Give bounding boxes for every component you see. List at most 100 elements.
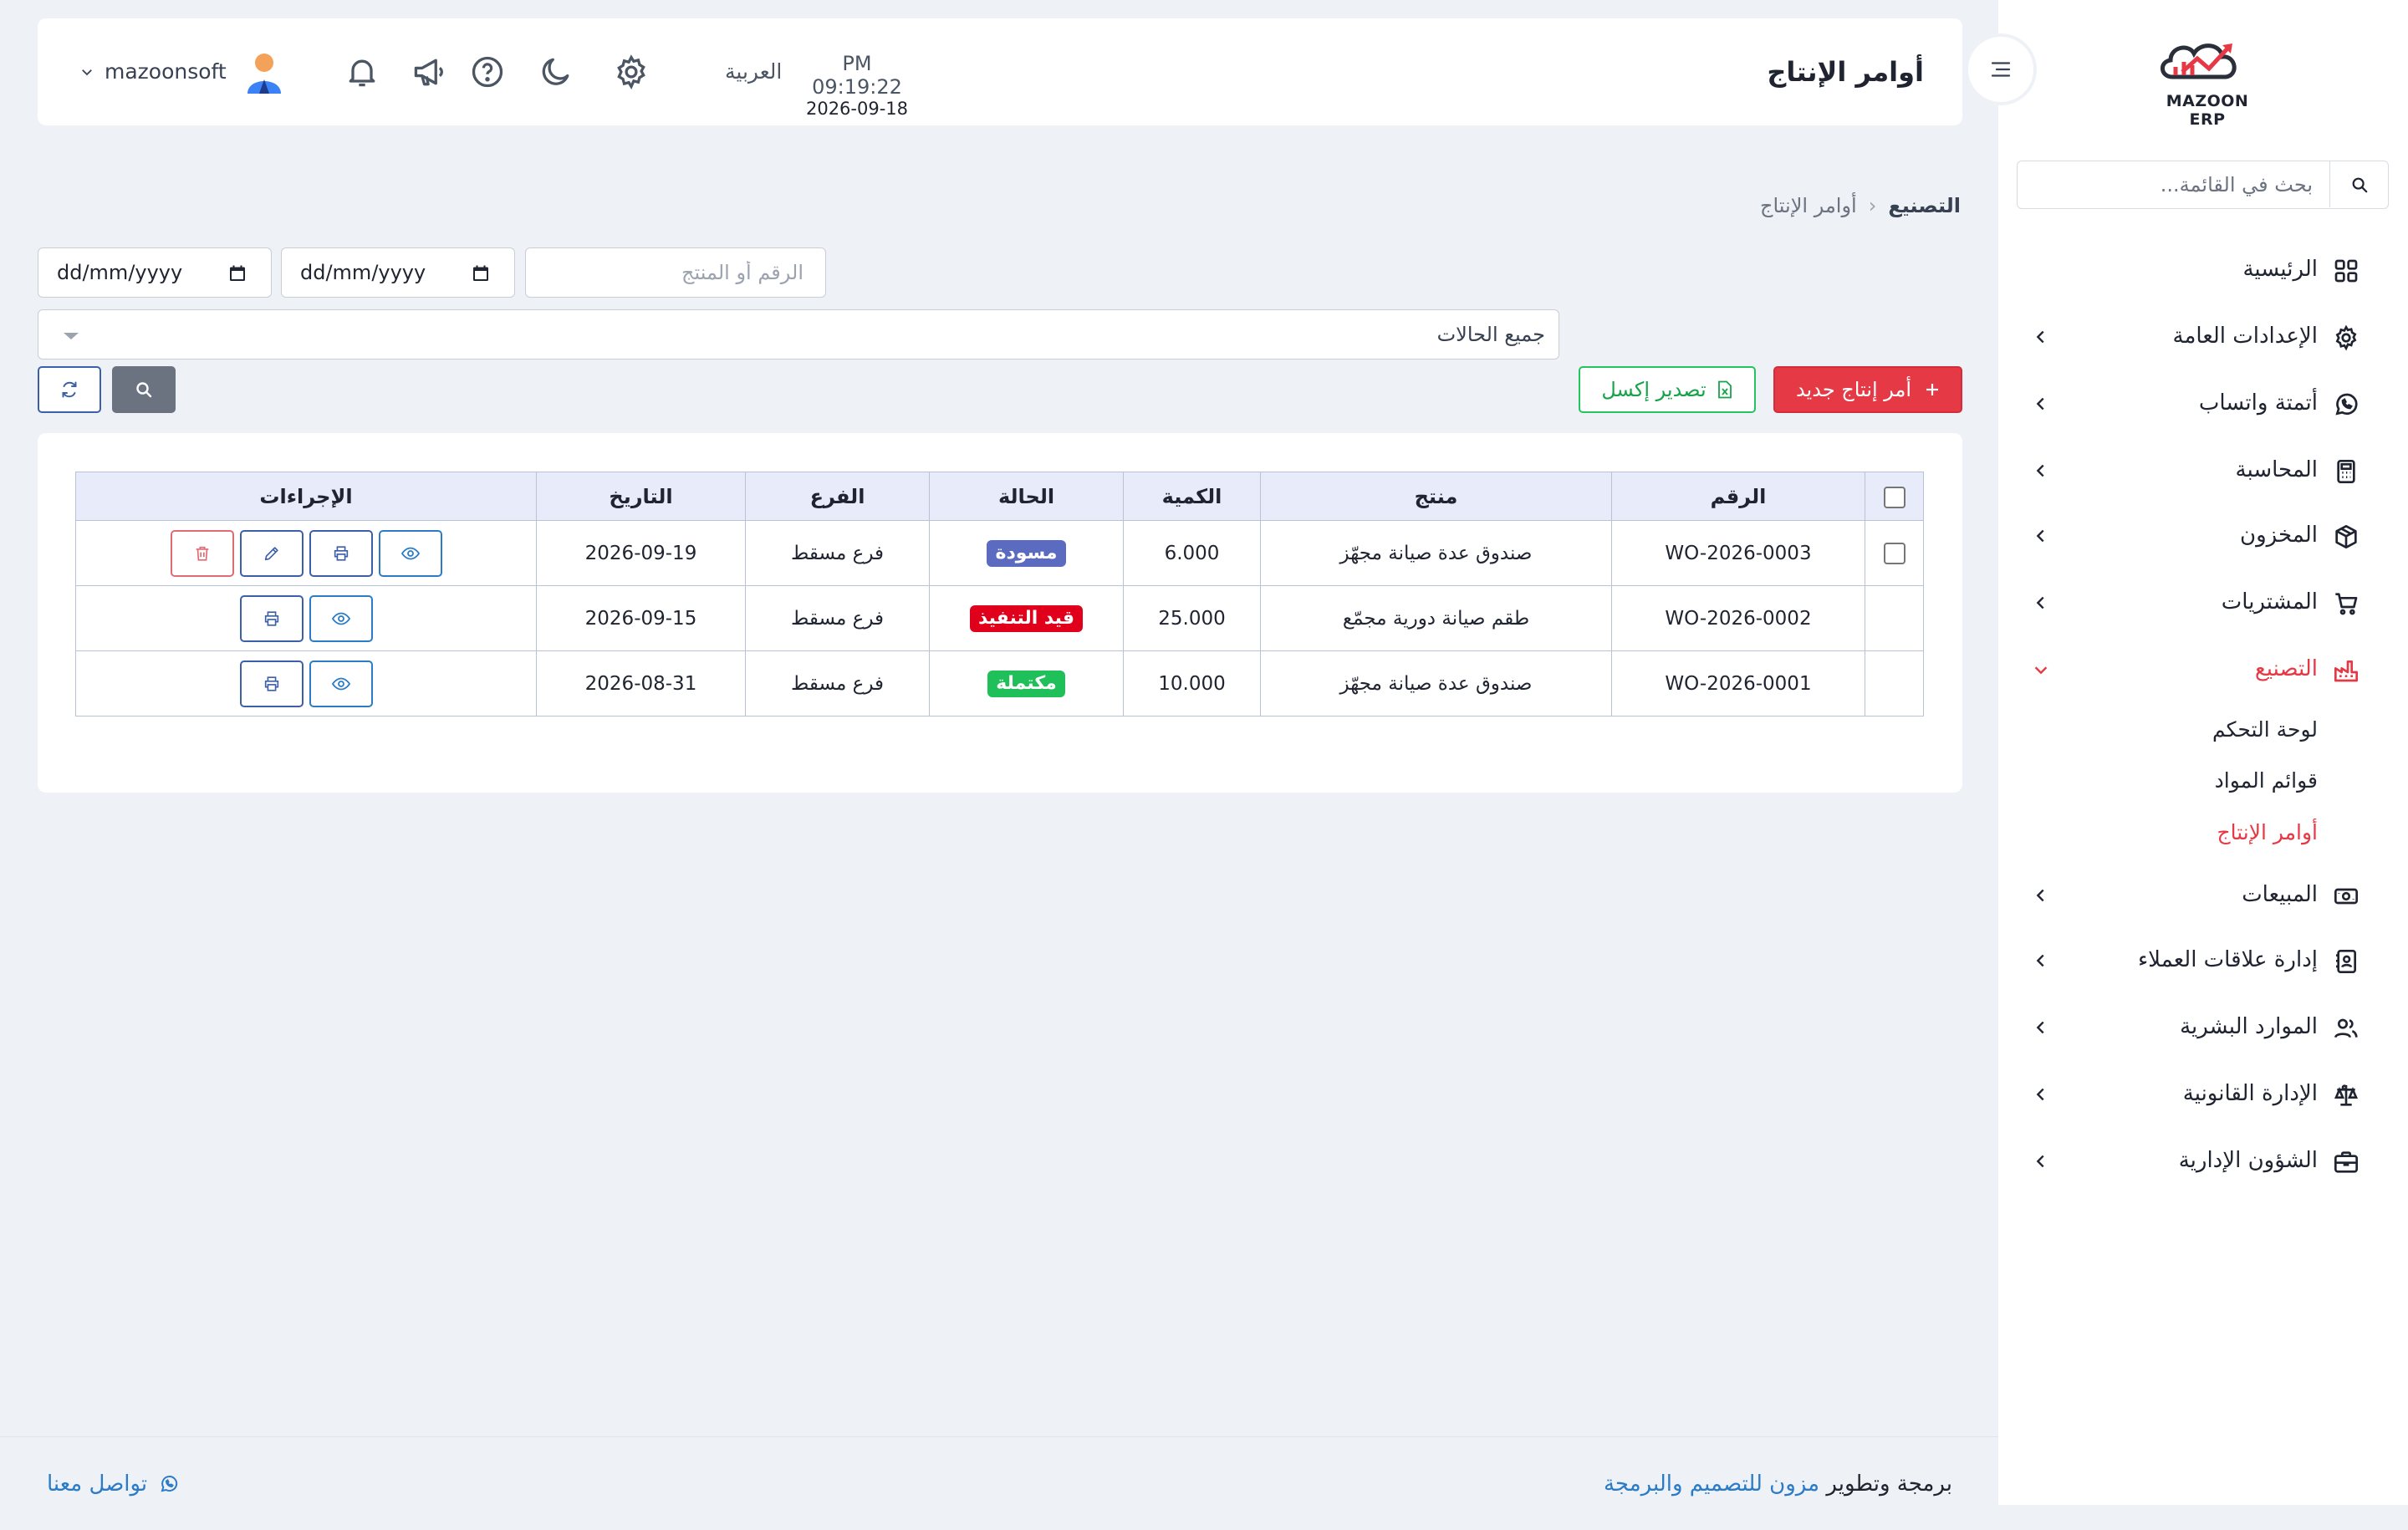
search-button[interactable] bbox=[112, 366, 176, 413]
sidebar-item-purchases[interactable]: المشتريات bbox=[1998, 577, 2408, 627]
sidebar-item-legal[interactable]: الإدارة القانونية bbox=[1998, 1068, 2408, 1119]
sidebar-search-input[interactable] bbox=[2018, 161, 2331, 207]
breadcrumb-separator: ‹ bbox=[1868, 194, 1877, 217]
sidebar-search-button[interactable] bbox=[2329, 161, 2388, 207]
sidebar-subitem-dashboard[interactable]: لوحة التحكم bbox=[2212, 706, 2318, 753]
moon-icon[interactable] bbox=[538, 54, 574, 90]
contact-us-label: تواصل معنا bbox=[47, 1471, 148, 1497]
scale-icon bbox=[2334, 1084, 2359, 1106]
logo-text: MAZOON ERP bbox=[2166, 92, 2249, 129]
sidebar-item-manufacturing[interactable]: التصنيع bbox=[1998, 644, 2408, 694]
edit-button[interactable] bbox=[239, 529, 304, 577]
cell-quantity: 6.000 bbox=[1123, 520, 1261, 586]
sidebar-item-administrative-affairs[interactable]: الشؤون الإدارية bbox=[1998, 1135, 2408, 1186]
user-avatar[interactable] bbox=[245, 52, 283, 94]
calendar-icon[interactable] bbox=[471, 263, 491, 283]
bell-icon[interactable] bbox=[344, 54, 380, 90]
username[interactable]: mazoonsoft bbox=[105, 18, 227, 125]
column-header-date[interactable]: التاريخ bbox=[536, 472, 746, 521]
help-icon[interactable] bbox=[469, 54, 506, 90]
export-excel-button[interactable]: تصدير إكسل bbox=[1579, 366, 1756, 413]
caret-down-icon bbox=[64, 333, 79, 339]
calendar-icon[interactable] bbox=[227, 263, 247, 283]
cell-actions bbox=[75, 520, 537, 586]
column-header-quantity[interactable]: الكمية bbox=[1123, 472, 1261, 521]
date-from-value: dd/mm/yyyy bbox=[300, 261, 426, 284]
export-excel-label: تصدير إكسل bbox=[1601, 378, 1707, 401]
column-header-product[interactable]: منتج bbox=[1260, 472, 1612, 521]
printer-icon bbox=[264, 610, 278, 626]
row-actions bbox=[76, 660, 536, 707]
order-search-input[interactable] bbox=[526, 248, 825, 297]
view-button[interactable] bbox=[309, 594, 373, 642]
footer-credit-link[interactable]: مزون للتصميم والبرمجة bbox=[1604, 1471, 1819, 1497]
breadcrumb-root[interactable]: التصنيع bbox=[1888, 194, 1961, 217]
mazoon-erp-logo[interactable]: MAZOON ERP bbox=[2149, 33, 2266, 129]
sidebar-toggle-button[interactable] bbox=[1965, 33, 2037, 105]
sidebar-subitem-production-orders[interactable]: أوامر الإنتاج bbox=[2217, 809, 2318, 856]
row-select-cell bbox=[1865, 520, 1924, 586]
language-switch[interactable]: العربية bbox=[725, 18, 782, 125]
header-clock: PM 09:19:22 2026-09-18 bbox=[794, 52, 920, 119]
row-select-cell bbox=[1865, 650, 1924, 717]
column-header-branch[interactable]: الفرع bbox=[745, 472, 930, 521]
cell-branch: فرع مسقط bbox=[745, 650, 930, 717]
header-time: PM 09:19:22 bbox=[812, 52, 902, 99]
cell-branch: فرع مسقط bbox=[745, 520, 930, 586]
chevron-left-icon bbox=[2036, 596, 2044, 609]
sidebar-item-label: الإعدادات العامة bbox=[2172, 324, 2318, 349]
print-button[interactable] bbox=[309, 529, 373, 577]
sidebar-item-label: التصنيع bbox=[2254, 656, 2318, 681]
refresh-icon bbox=[62, 381, 77, 398]
sidebar-item-accounting[interactable]: المحاسبة bbox=[1998, 445, 2408, 495]
megaphone-icon[interactable] bbox=[411, 54, 447, 90]
whatsapp-icon bbox=[2335, 393, 2358, 416]
briefcase-icon bbox=[2334, 1151, 2358, 1173]
status-badge-in-progress: قيد التنفيذ bbox=[969, 604, 1084, 632]
sidebar-item-inventory[interactable]: المخزون bbox=[1998, 510, 2408, 560]
sidebar-subitem-bill-of-materials[interactable]: قوائم المواد bbox=[2215, 757, 2318, 804]
production-orders-table: الرقم منتج الكمية الحالة الفرع التاريخ ا… bbox=[75, 472, 1924, 717]
refresh-button[interactable] bbox=[38, 366, 101, 413]
sidebar-item-sales[interactable]: المبيعات bbox=[1998, 870, 2408, 920]
settings-icon[interactable] bbox=[613, 54, 650, 90]
cell-quantity: 25.000 bbox=[1123, 585, 1261, 651]
printer-icon bbox=[264, 676, 278, 691]
column-header-status[interactable]: الحالة bbox=[929, 472, 1124, 521]
cell-actions bbox=[75, 650, 537, 717]
delete-button[interactable] bbox=[170, 529, 234, 577]
status-filter-value: جميع الحالات bbox=[1436, 323, 1545, 346]
box-icon bbox=[2335, 525, 2357, 548]
status-badge-draft: مسودة bbox=[987, 539, 1066, 567]
status-filter-select[interactable]: جميع الحالات bbox=[38, 309, 1559, 360]
view-button[interactable] bbox=[309, 660, 373, 707]
pencil-icon bbox=[264, 546, 278, 560]
view-button[interactable] bbox=[378, 529, 442, 577]
chevron-left-icon bbox=[2036, 464, 2044, 477]
chevron-left-icon bbox=[2036, 954, 2044, 967]
calculator-icon bbox=[2337, 460, 2355, 483]
cash-icon bbox=[2334, 888, 2358, 905]
print-button[interactable] bbox=[239, 660, 304, 707]
grid-icon bbox=[2334, 259, 2358, 283]
excel-file-icon bbox=[1717, 380, 1732, 399]
sidebar-item-hr[interactable]: الموارد البشرية bbox=[1998, 1002, 2408, 1052]
footer-credit: برمجة وتطوير مزون للتصميم والبرمجة bbox=[1604, 1437, 1952, 1530]
print-button[interactable] bbox=[239, 594, 304, 642]
column-header-number[interactable]: الرقم bbox=[1611, 472, 1865, 521]
contact-us-link[interactable]: تواصل معنا bbox=[47, 1437, 179, 1530]
cell-date: 2026-09-19 bbox=[536, 520, 746, 586]
sidebar-item-home[interactable]: الرئيسية bbox=[1998, 244, 2408, 294]
cart-icon bbox=[2335, 593, 2358, 615]
sidebar-item-general-settings[interactable]: الإعدادات العامة bbox=[1998, 311, 2408, 361]
sidebar-item-whatsapp-automation[interactable]: أتمتة واتساب bbox=[1998, 378, 2408, 428]
new-production-order-label: أمر إنتاج جديد bbox=[1795, 378, 1912, 401]
table-row: WO-2026-0003 صندوق عدة صيانة مجهّز 6.000… bbox=[75, 520, 1924, 586]
row-checkbox[interactable] bbox=[1883, 542, 1905, 564]
chevron-down-icon[interactable] bbox=[79, 64, 94, 79]
sidebar-item-crm[interactable]: إدارة علاقات العملاء bbox=[1998, 935, 2408, 985]
date-from-input[interactable]: dd/mm/yyyy bbox=[281, 247, 515, 298]
date-to-input[interactable]: dd/mm/yyyy bbox=[38, 247, 272, 298]
new-production-order-button[interactable]: أمر إنتاج جديد bbox=[1773, 366, 1962, 413]
select-all-checkbox[interactable] bbox=[1883, 486, 1905, 508]
